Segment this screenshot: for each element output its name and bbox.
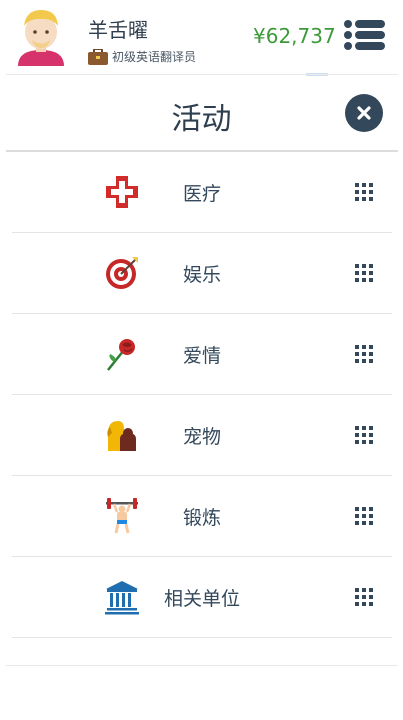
activity-item-exercise[interactable]: 锻炼 <box>12 476 392 557</box>
activity-item-medical[interactable]: 医疗 <box>12 152 392 233</box>
pet-dog-icon <box>107 421 136 451</box>
briefcase-icon <box>88 48 108 65</box>
list-menu-icon[interactable] <box>343 18 385 52</box>
institution-building-icon <box>105 581 139 615</box>
activity-label: 医疗 <box>182 183 221 205</box>
grid-icon[interactable] <box>355 264 373 282</box>
close-icon <box>357 106 371 120</box>
target-icon <box>106 257 138 289</box>
grid-icon[interactable] <box>355 345 373 363</box>
money-balance: ¥62,737 <box>253 24 336 48</box>
activity-item-entertainment[interactable]: 娱乐 <box>12 233 392 314</box>
activity-label: 宠物 <box>182 426 221 448</box>
weightlifter-icon <box>106 498 138 534</box>
divider <box>6 74 398 75</box>
divider <box>6 665 398 666</box>
activity-item-institutions[interactable]: 相关单位 <box>12 557 392 638</box>
activity-item-pet[interactable]: 宠物 <box>12 395 392 476</box>
job-row: 初级英语翻译员 <box>88 48 196 65</box>
activity-label: 爱情 <box>182 345 221 367</box>
user-name: 羊舌曜 <box>88 18 148 42</box>
close-button[interactable] <box>345 94 383 132</box>
medical-cross-icon <box>106 176 138 208</box>
top-bar: 羊舌曜 初级英语翻译员 ¥62,737 <box>0 0 403 74</box>
activity-item-love[interactable]: 爱情 <box>12 314 392 395</box>
job-title: 初级英语翻译员 <box>112 50 197 64</box>
grid-icon[interactable] <box>355 426 373 444</box>
grid-icon[interactable] <box>355 507 373 525</box>
activity-label: 锻炼 <box>182 507 221 529</box>
activity-label: 相关单位 <box>163 588 240 610</box>
grid-icon[interactable] <box>355 588 373 606</box>
grid-icon[interactable] <box>355 183 373 201</box>
dialog-title: 活动 <box>171 102 232 137</box>
activity-label: 娱乐 <box>182 264 221 286</box>
avatar[interactable] <box>12 4 70 66</box>
activity-list: 医疗 娱乐 爱情 宠物 锻炼 相关单位 <box>12 152 392 638</box>
rose-icon <box>107 339 135 371</box>
